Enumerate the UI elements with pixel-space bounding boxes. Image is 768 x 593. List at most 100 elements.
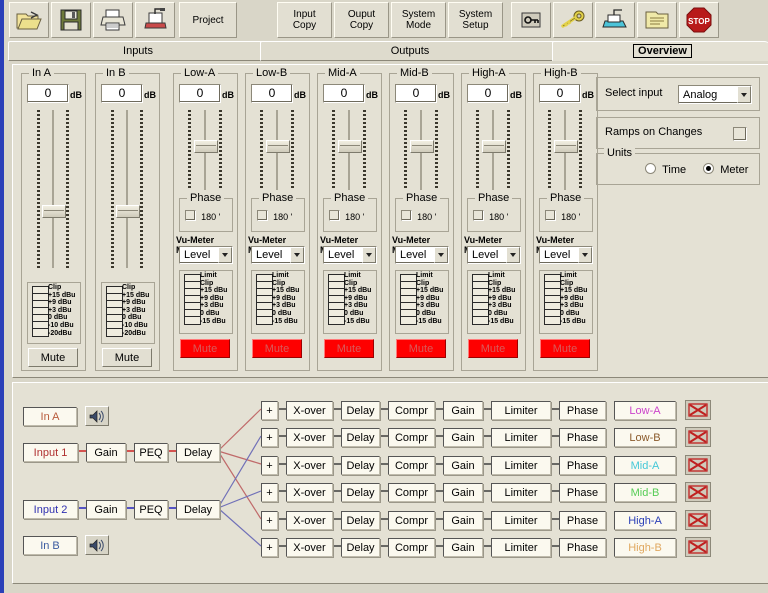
flow-sum-mid-a[interactable]: + (261, 456, 278, 475)
flow-peq-2[interactable]: PEQ (134, 500, 168, 519)
flow-sum-high-a[interactable]: + (261, 511, 278, 530)
fader-in-a[interactable] (32, 110, 74, 268)
flow-delay-1[interactable]: Delay (176, 443, 220, 462)
flow-limiter-low-b[interactable]: Limiter (491, 428, 551, 447)
flow-phase-high-b[interactable]: Phase (559, 538, 606, 557)
fader-knob-low-b[interactable] (266, 140, 290, 153)
flow-gain-mid-a[interactable]: Gain (443, 456, 483, 475)
system-mode-button[interactable]: System Mode (391, 2, 446, 38)
mute-button-high-a[interactable]: Mute (468, 339, 518, 358)
device-upload-button[interactable] (135, 2, 175, 38)
flow-output-mid-a[interactable]: Mid-A (614, 456, 676, 475)
flow-compr-mid-a[interactable]: Compr (388, 456, 435, 475)
phase-checkbox-high-a[interactable] (473, 210, 484, 221)
fader-knob-in-b[interactable] (116, 205, 140, 218)
gain-value-low-b[interactable]: 0 (251, 84, 293, 103)
flow-xover-mid-b[interactable]: X-over (286, 483, 333, 502)
flow-delay-high-b[interactable]: Delay (341, 538, 380, 557)
system-setup-button[interactable]: System Setup (448, 2, 503, 38)
input-copy-button[interactable]: Input Copy (277, 2, 332, 38)
chevron-down-icon[interactable] (434, 247, 448, 263)
save-button[interactable] (51, 2, 91, 38)
flow-phase-low-a[interactable]: Phase (559, 401, 606, 420)
phase-checkbox-low-b[interactable] (257, 210, 268, 221)
chevron-down-icon[interactable] (506, 247, 520, 263)
vu-mode-select-low-b[interactable]: Level (251, 246, 305, 264)
flow-gain-high-b[interactable]: Gain (443, 538, 483, 557)
flow-xover-mid-a[interactable]: X-over (286, 456, 333, 475)
speaker-icon-in-a[interactable] (85, 406, 109, 426)
vu-mode-select-high-a[interactable]: Level (467, 246, 521, 264)
mute-button-low-a[interactable]: Mute (180, 339, 230, 358)
project-button[interactable]: Project (179, 2, 237, 38)
flow-phase-high-a[interactable]: Phase (559, 511, 606, 530)
flow-xover-low-b[interactable]: X-over (286, 428, 333, 447)
flow-delay-low-b[interactable]: Delay (341, 428, 380, 447)
flow-limiter-high-a[interactable]: Limiter (491, 511, 551, 530)
output-copy-button[interactable]: Ouput Copy (334, 2, 389, 38)
units-radio-meter[interactable] (703, 163, 714, 174)
vu-mode-select-high-b[interactable]: Level (539, 246, 593, 264)
phase-checkbox-mid-b[interactable] (401, 210, 412, 221)
chevron-down-icon[interactable] (290, 247, 304, 263)
fader-knob-in-a[interactable] (42, 205, 66, 218)
flow-gain-high-a[interactable]: Gain (443, 511, 483, 530)
speaker-icon-in-b[interactable] (85, 535, 109, 555)
phase-checkbox-high-b[interactable] (545, 210, 556, 221)
gain-value-mid-a[interactable]: 0 (323, 84, 365, 103)
speaker-muted-icon-high-a[interactable] (685, 510, 711, 530)
flow-compr-low-a[interactable]: Compr (388, 401, 435, 420)
fader-mid-a[interactable] (328, 110, 370, 190)
flow-peq-1[interactable]: PEQ (134, 443, 168, 462)
flow-limiter-mid-a[interactable]: Limiter (491, 456, 551, 475)
flow-xover-low-a[interactable]: X-over (286, 401, 333, 420)
gain-value-high-b[interactable]: 0 (539, 84, 581, 103)
fader-knob-high-a[interactable] (482, 140, 506, 153)
flow-compr-high-b[interactable]: Compr (388, 538, 435, 557)
device-link-button[interactable] (595, 2, 635, 38)
ramps-checkbox[interactable] (733, 127, 747, 141)
fader-high-b[interactable] (544, 110, 586, 190)
flow-input-1[interactable]: Input 1 (23, 443, 78, 462)
flow-compr-high-a[interactable]: Compr (388, 511, 435, 530)
flow-gain-low-b[interactable]: Gain (443, 428, 483, 447)
select-input-dropdown[interactable]: Analog (678, 85, 752, 104)
flow-xover-high-b[interactable]: X-over (286, 538, 333, 557)
fader-low-b[interactable] (256, 110, 298, 190)
chevron-down-icon[interactable] (737, 86, 751, 103)
gain-value-mid-b[interactable]: 0 (395, 84, 437, 103)
fader-mid-b[interactable] (400, 110, 442, 190)
mute-button-mid-b[interactable]: Mute (396, 339, 446, 358)
notes-button[interactable] (637, 2, 677, 38)
mute-button-in-b[interactable]: Mute (102, 348, 152, 367)
speaker-muted-icon-low-a[interactable] (685, 400, 711, 420)
speaker-muted-icon-mid-a[interactable] (685, 455, 711, 475)
mute-button-in-a[interactable]: Mute (28, 348, 78, 367)
fader-in-b[interactable] (106, 110, 148, 268)
flow-gain-mid-b[interactable]: Gain (443, 483, 483, 502)
flow-in-b-label[interactable]: In B (23, 536, 77, 555)
fader-knob-mid-b[interactable] (410, 140, 434, 153)
mute-button-low-b[interactable]: Mute (252, 339, 302, 358)
flow-output-mid-b[interactable]: Mid-B (614, 483, 676, 502)
flow-output-high-b[interactable]: High-B (614, 538, 676, 557)
tab-inputs[interactable]: Inputs (8, 41, 268, 61)
flow-in-a-label[interactable]: In A (23, 407, 77, 426)
flow-sum-high-b[interactable]: + (261, 538, 278, 557)
flow-limiter-high-b[interactable]: Limiter (491, 538, 551, 557)
flow-phase-mid-a[interactable]: Phase (559, 456, 606, 475)
fader-low-a[interactable] (184, 110, 226, 190)
gain-value-in-a[interactable]: 0 (27, 84, 69, 103)
vu-mode-select-mid-b[interactable]: Level (395, 246, 449, 264)
phase-checkbox-low-a[interactable] (185, 210, 196, 221)
flow-sum-mid-b[interactable]: + (261, 483, 278, 502)
speaker-muted-icon-mid-b[interactable] (685, 482, 711, 502)
gain-value-low-a[interactable]: 0 (179, 84, 221, 103)
flow-xover-high-a[interactable]: X-over (286, 511, 333, 530)
chevron-down-icon[interactable] (578, 247, 592, 263)
flow-limiter-mid-b[interactable]: Limiter (491, 483, 551, 502)
flow-limiter-low-a[interactable]: Limiter (491, 401, 551, 420)
units-radio-time[interactable] (645, 163, 656, 174)
flow-phase-mid-b[interactable]: Phase (559, 483, 606, 502)
flow-delay-mid-a[interactable]: Delay (341, 456, 380, 475)
